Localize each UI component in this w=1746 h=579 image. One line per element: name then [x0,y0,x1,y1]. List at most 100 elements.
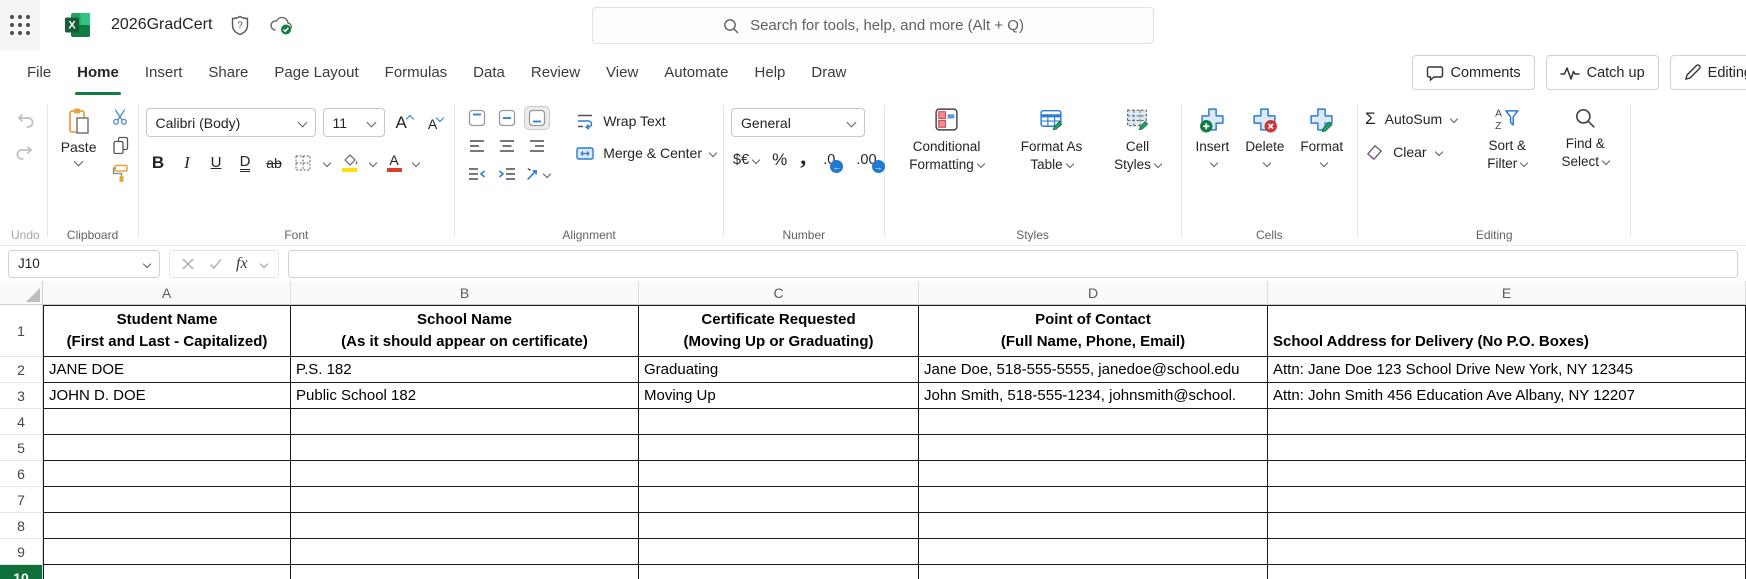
cell[interactable] [1268,409,1746,435]
decrease-indent-button[interactable] [464,162,490,186]
row-header[interactable]: 10 [0,565,43,579]
decrease-decimal-button[interactable]: .0 ← [823,152,844,173]
column-header-c[interactable]: C [639,281,919,305]
increase-indent-button[interactable] [494,162,520,186]
cell[interactable]: Graduating [639,357,919,383]
tab-help[interactable]: Help [742,50,799,95]
conditional-formatting-button[interactable]: Conditional Formatting [892,104,1002,175]
cell[interactable] [291,487,639,513]
underline-button[interactable]: U [204,150,229,175]
cell[interactable] [291,461,639,487]
cell[interactable] [919,565,1268,579]
cell[interactable] [639,513,919,539]
tab-file[interactable]: File [14,50,64,95]
insert-cells-button[interactable]: Insert [1189,104,1237,170]
name-box[interactable]: J10 [8,249,160,278]
currency-format-button[interactable]: $€ [733,152,761,168]
cell[interactable]: Student Name (First and Last - Capitalize… [43,305,291,357]
increase-decimal-button[interactable]: .00 → [856,152,885,173]
cell[interactable]: Attn: Jane Doe 123 School Drive New York… [1268,357,1746,383]
cell[interactable]: John Smith, 518-555-1234, johnsmith@scho… [919,383,1268,409]
cell[interactable] [919,487,1268,513]
formula-input[interactable] [287,249,1738,278]
column-header-b[interactable]: B [291,281,639,305]
redo-button[interactable] [14,143,36,161]
comments-button[interactable]: Comments [1411,55,1535,90]
cell[interactable] [919,409,1268,435]
font-color-button[interactable]: A [384,153,405,172]
align-right-button[interactable] [524,134,550,158]
cell[interactable] [1268,565,1746,579]
decrease-font-size-button[interactable]: A [424,113,447,132]
cell[interactable] [291,513,639,539]
cell[interactable] [43,409,291,435]
tab-view[interactable]: View [593,50,651,95]
search-input[interactable]: Search for tools, help, and more (Alt + … [592,7,1154,44]
bottom-align-button[interactable] [524,106,551,130]
cloud-saved-icon[interactable] [268,14,295,36]
bold-button[interactable]: B [146,150,171,175]
number-format-select[interactable]: General [731,108,866,137]
row-header[interactable]: 4 [0,409,43,435]
cell[interactable]: School Name (As it should appear on certi… [291,305,639,357]
delete-cells-button[interactable]: Delete [1238,104,1291,170]
tab-formulas[interactable]: Formulas [372,50,461,95]
tab-draw[interactable]: Draw [798,50,859,95]
column-header-d[interactable]: D [919,281,1268,305]
insert-function-button[interactable]: fx [236,255,248,273]
cell[interactable] [639,461,919,487]
tab-data[interactable]: Data [460,50,518,95]
cell[interactable] [919,461,1268,487]
percent-format-button[interactable]: % [772,150,787,170]
wrap-text-button[interactable]: Wrap Text [575,111,716,131]
cell[interactable] [291,435,639,461]
merge-center-button[interactable]: Merge & Center [575,143,718,163]
cell[interactable] [639,435,919,461]
top-align-button[interactable] [464,106,490,130]
tab-home[interactable]: Home [64,50,132,95]
cell[interactable] [43,513,291,539]
select-all-corner[interactable] [0,281,43,305]
shield-protection-icon[interactable]: ? [230,15,250,36]
confirm-entry-button[interactable] [208,257,223,270]
copy-button[interactable] [111,135,131,154]
cell[interactable] [639,409,919,435]
row-header[interactable]: 9 [0,539,43,565]
tab-automate[interactable]: Automate [651,50,741,95]
cell[interactable] [291,565,639,579]
font-size-select[interactable]: 11 [322,108,385,137]
format-painter-button[interactable] [111,163,131,183]
column-header-e[interactable]: E [1268,281,1746,305]
app-launcher-button[interactable] [0,0,40,50]
comma-format-button[interactable]: , [800,145,806,169]
borders-dropdown-chevron[interactable] [322,158,331,167]
cell[interactable] [43,565,291,579]
cut-button[interactable] [111,107,131,126]
cell[interactable]: JOHN D. DOE [43,383,291,409]
editing-mode-button[interactable]: Editing [1669,55,1746,90]
tab-page-layout[interactable]: Page Layout [261,50,371,95]
cell[interactable] [639,565,919,579]
row-header[interactable]: 3 [0,383,43,409]
double-underline-button[interactable]: D [233,150,258,175]
cell[interactable] [919,539,1268,565]
cell[interactable] [919,513,1268,539]
cell[interactable] [1268,513,1746,539]
cell[interactable]: JANE DOE [43,357,291,383]
text-orientation-button[interactable] [524,162,552,186]
cell[interactable]: Certificate Requested (Moving Up or Gradu… [639,305,919,357]
sort-filter-button[interactable]: AZ Sort & Filter [1469,104,1545,174]
cell[interactable] [919,435,1268,461]
font-color-dropdown-chevron[interactable] [411,158,420,167]
paste-button[interactable]: Paste [55,99,103,167]
cell[interactable] [1268,461,1746,487]
format-as-table-button[interactable]: Format As Table [1004,104,1100,175]
document-title[interactable]: 2026GradCert [111,16,212,34]
middle-align-button[interactable] [494,106,520,130]
align-center-button[interactable] [494,134,520,158]
cell[interactable]: School Address for Delivery (No P.O. Box… [1268,305,1746,357]
tab-insert[interactable]: Insert [132,50,196,95]
cancel-entry-button[interactable] [181,257,195,271]
font-name-select[interactable]: Calibri (Body) [145,108,316,137]
fill-color-button[interactable] [338,153,362,172]
